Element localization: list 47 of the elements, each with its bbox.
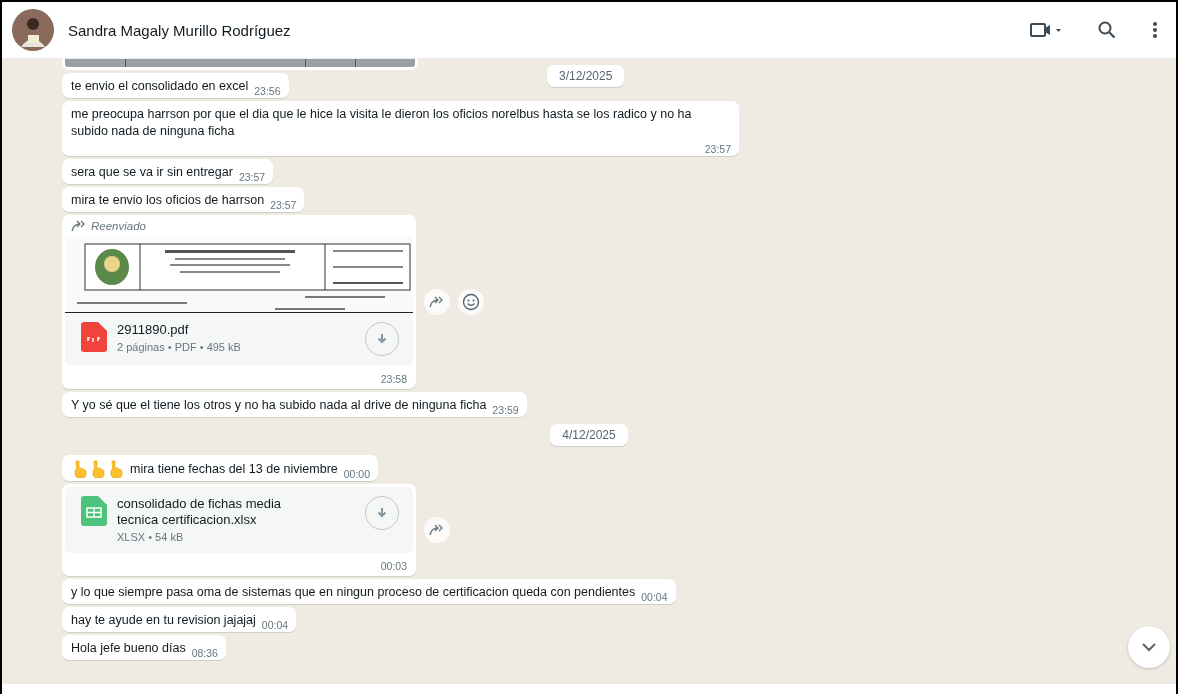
chevron-down-icon bbox=[1141, 642, 1157, 652]
date-divider: 4/12/2025 bbox=[550, 424, 628, 446]
search-icon bbox=[1098, 21, 1116, 39]
download-icon bbox=[376, 333, 388, 345]
spreadsheet-file-icon bbox=[81, 496, 107, 526]
pointing-up-hand-icon bbox=[71, 460, 88, 478]
forward-icon bbox=[429, 296, 445, 308]
forwarded-label: Reenviado bbox=[65, 218, 413, 236]
file-name: consolidado de fichas media tecnica certificacion.xlsx bbox=[117, 496, 283, 528]
emoji-icon bbox=[462, 293, 480, 311]
message-time: 23:57 bbox=[269, 199, 297, 212]
message-text: Hola jefe bueno días bbox=[71, 640, 186, 657]
message-text: y lo que siempre pasa oma de sistemas que en ningun proceso de certificacion queda con pendientes bbox=[71, 584, 636, 601]
forward-button[interactable] bbox=[424, 289, 450, 315]
forwarded-icon bbox=[71, 220, 87, 232]
message-time: 00:04 bbox=[640, 591, 668, 604]
contact-name[interactable]: Sandra Magaly Murillo Rodríguez bbox=[68, 21, 998, 39]
file-details: XLSX • 54 kB bbox=[117, 531, 185, 543]
pointing-up-hand-icon bbox=[107, 460, 124, 478]
message-text: mira te envio los oficios de harrson bbox=[71, 192, 265, 209]
menu-icon bbox=[1152, 21, 1158, 39]
message-text: me preocupa harrson por que el dia que le hice la visita le dieron los oficios norelbus hasta se los radico y no ha subido nada de ninguna ficha bbox=[71, 106, 693, 140]
message-time: 23:58 bbox=[379, 372, 408, 386]
message-time: 00:03 bbox=[379, 559, 408, 573]
forward-icon bbox=[429, 524, 445, 536]
emoji-reaction-button[interactable] bbox=[458, 289, 484, 315]
message-text: te envio el consolidado en excel bbox=[71, 78, 249, 95]
download-icon bbox=[376, 507, 388, 519]
message-text: mira tiene fechas del 13 de niviembre bbox=[130, 461, 338, 478]
file-details: 2 páginas • PDF • 495 kB bbox=[117, 341, 242, 353]
message-text: Y yo sé que el tiene los otros y no ha subido nada al drive de ninguna ficha bbox=[71, 397, 487, 414]
pointing-up-hand-icon bbox=[89, 460, 106, 478]
date-divider: 3/12/2025 bbox=[547, 65, 625, 87]
message-time: 00:00 bbox=[342, 468, 371, 481]
message-text: hay te ayude en tu revision jajajaj bbox=[71, 612, 256, 629]
message-time: 00:04 bbox=[260, 619, 289, 632]
contact-avatar[interactable] bbox=[12, 9, 54, 51]
message-time: 08:36 bbox=[190, 647, 218, 660]
message-text: sera que se va ir sin entregar bbox=[71, 164, 233, 181]
message-time: 23:56 bbox=[253, 85, 281, 98]
message-time: 23:59 bbox=[491, 404, 519, 417]
file-name: 2911890.pdf bbox=[117, 322, 190, 338]
pdf-file-icon bbox=[81, 322, 107, 352]
video-camera-icon bbox=[1030, 22, 1062, 38]
message-time: 23:57 bbox=[703, 143, 731, 156]
message-time: 23:57 bbox=[237, 171, 266, 184]
forward-button[interactable] bbox=[424, 517, 450, 543]
